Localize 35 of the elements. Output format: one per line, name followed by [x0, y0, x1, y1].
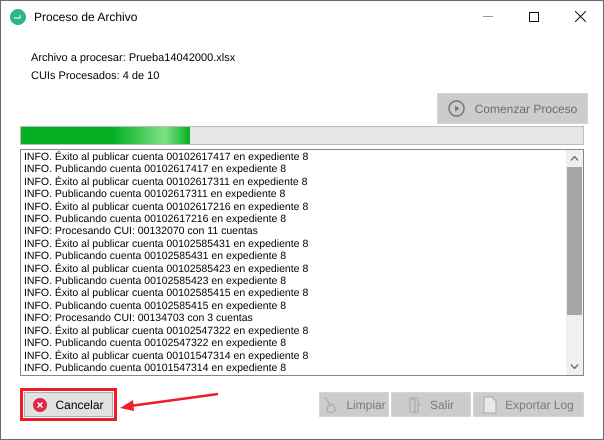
log-line: INFO. Éxito al publicar cuenta 00102617417 en expediente 8	[24, 151, 310, 164]
cancel-button[interactable]: Cancelar	[24, 392, 113, 417]
maximize-icon	[529, 12, 539, 22]
minimize-icon	[483, 16, 493, 17]
log-line: INFO. Éxito al publicar cuenta 00102547322 en expediente 8	[24, 324, 310, 338]
info-label: Archivo a procesar: Prueba14042000.xlsx	[30, 52, 236, 65]
log-line: INFO. Éxito al publicar cuenta 00102585423 en expediente 8	[24, 262, 310, 276]
window-title: Proceso de Archivo	[34, 8, 138, 26]
log-line: INFO: Procesando CUI: 00134703 con 3 cuentas	[24, 312, 254, 324]
log-line: INFO. Publicando cuenta 00102617417 en expediente 8	[24, 163, 288, 176]
log-line: INFO. Éxito al publicar cuenta 00102617216 en expediente 8	[24, 200, 310, 214]
log-line: INFO. Publicando cuenta 00101547314 en expediente 8	[24, 362, 288, 374]
log-line: INFO. Éxito al publicar cuenta 00102617311 en expediente 8	[24, 176, 308, 188]
log-line: INFO. Éxito al publicar cuenta 00101547314 en expediente 8	[24, 350, 310, 362]
scroll-up-icon	[570, 156, 579, 161]
log-line: INFO. Publicando cuenta 00102617216 en expediente 8	[24, 213, 288, 226]
info-label: CUIs Procesados: 4 de 10	[30, 70, 160, 83]
close-icon	[33, 398, 48, 412]
log-line: INFO. Publicando cuenta 00102585431 en expediente 8	[24, 250, 288, 262]
door-icon	[408, 396, 422, 414]
log-line: INFO. Éxito al publicar cuenta 00102585415 en expediente 8	[24, 287, 310, 300]
play-icon	[448, 100, 465, 117]
scroll-thumb[interactable]	[567, 167, 582, 315]
scroll-down-icon	[570, 364, 579, 369]
app-icon	[10, 8, 26, 24]
scrollbar[interactable]	[566, 150, 583, 375]
log-line: INFO. Publicando cuenta 00102617311 en expediente 8	[24, 188, 286, 200]
log-line: INFO: Procesando CUI: 00132070 con 11 cuentas	[24, 225, 259, 238]
document-icon	[483, 396, 498, 414]
log-line: INFO. Éxito al publicar cuenta 00102585431 en expediente 8	[24, 238, 310, 250]
close-icon	[574, 11, 586, 22]
broom-icon	[322, 396, 338, 414]
log-line: INFO. Publicando cuenta 00102547322 en expediente 8	[24, 337, 288, 350]
log-line: INFO. Publicando cuenta 00102585423 en expediente 8	[24, 275, 288, 288]
log-line: INFO. Publicando cuenta 00102585415 en expediente 8	[24, 300, 288, 312]
